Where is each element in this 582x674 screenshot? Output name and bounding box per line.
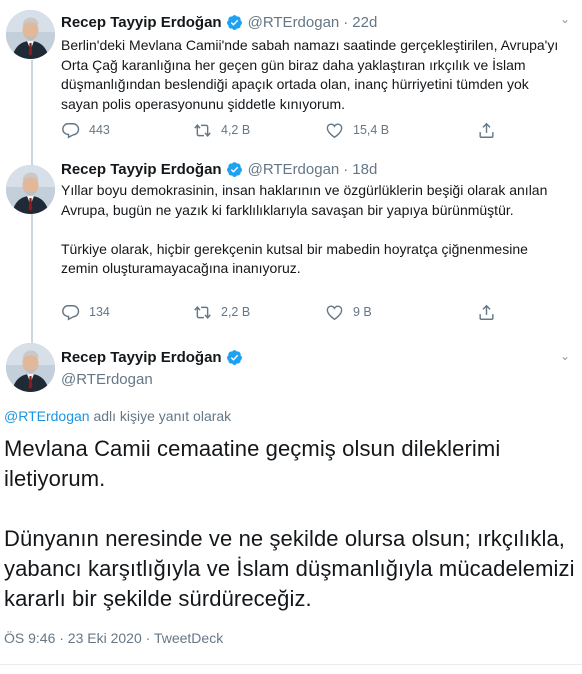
like-count: 9 B (353, 305, 372, 319)
tweet-meta[interactable]: ÖS 9:46 · 23 Eki 2020 · TweetDeck (4, 630, 223, 646)
tweet-header: Recep Tayyip Erdoğan @RTErdogan · 18d (61, 159, 562, 179)
like-icon (325, 303, 344, 322)
thread-connector-line (31, 210, 33, 345)
author-handle[interactable]: @RTErdogan (248, 14, 340, 31)
avatar[interactable] (6, 10, 55, 59)
verified-badge-icon (226, 161, 243, 178)
avatar[interactable] (6, 343, 55, 392)
retweet-button[interactable]: 2,2 B (193, 303, 325, 322)
retweet-icon (193, 303, 212, 322)
tweet-header: Recep Tayyip Erdoğan @RTErdogan (61, 347, 243, 388)
like-icon (325, 121, 344, 140)
reply-count: 134 (89, 305, 110, 319)
reply-button[interactable]: 134 (61, 303, 193, 322)
verified-badge-icon (226, 349, 243, 366)
thread-tweet-2[interactable]: Recep Tayyip Erdoğan @RTErdogan · 18d Yı… (0, 155, 582, 345)
tweet-paragraph: Dünyanın neresinde ve ne şekilde olursa … (4, 526, 575, 611)
share-icon (477, 121, 496, 140)
retweet-count: 2,2 B (221, 305, 251, 319)
caret-down-icon[interactable]: ⌄ (560, 12, 570, 26)
thread-tweet-1[interactable]: Recep Tayyip Erdoğan @RTErdogan · 22d ⌄ … (0, 0, 582, 165)
retweet-button[interactable]: 4,2 B (193, 121, 325, 140)
like-button[interactable]: 15,4 B (325, 121, 457, 140)
reply-count: 443 (89, 123, 110, 137)
author-handle[interactable]: @RTErdogan (248, 161, 340, 178)
tweet-paragraph: Berlin'deki Mevlana Camii'nde sabah nama… (61, 37, 559, 112)
author-name[interactable]: Recep Tayyip Erdoğan (61, 349, 222, 366)
replying-suffix: adlı kişiye yanıt olarak (89, 408, 232, 424)
tweet-paragraph: Mevlana Camii cemaatine geçmiş olsun dil… (4, 436, 501, 491)
author-name[interactable]: Recep Tayyip Erdoğan (61, 161, 222, 178)
retweet-icon (193, 121, 212, 140)
tweet-paragraph: Yıllar boyu demokrasinin, insan hakların… (61, 182, 548, 218)
avatar[interactable] (6, 165, 55, 214)
replying-mention-link[interactable]: @RTErdogan (4, 408, 90, 424)
focused-tweet: Recep Tayyip Erdoğan @RTErdogan ⌄ @RTErd… (0, 335, 582, 674)
replying-to: @RTErdogan adlı kişiye yanıt olarak (4, 408, 231, 424)
tweet-text: Yıllar boyu demokrasinin, insan hakların… (61, 181, 568, 279)
caret-down-icon[interactable]: ⌄ (560, 349, 570, 363)
reply-icon (61, 121, 80, 140)
tweet-paragraph: Türkiye olarak, hiçbir gerekçenin kutsal… (61, 240, 528, 277)
tweet-actions: 134 2,2 B 9 B (61, 302, 531, 322)
reply-icon (61, 303, 80, 322)
share-button[interactable] (477, 303, 505, 322)
tweet-actions: 443 4,2 B 15,4 B (61, 120, 531, 140)
like-button[interactable]: 9 B (325, 303, 457, 322)
tweet-header: Recep Tayyip Erdoğan @RTErdogan · 22d (61, 12, 562, 32)
like-count: 15,4 B (353, 123, 390, 137)
tweet-time[interactable]: 18d (352, 161, 377, 178)
retweet-count: 4,2 B (221, 123, 251, 137)
tweet-time[interactable]: 22d (352, 14, 377, 31)
divider (0, 664, 582, 665)
separator-dot: · (343, 160, 349, 178)
share-icon (477, 303, 496, 322)
author-handle[interactable]: @RTErdogan (61, 371, 243, 388)
thread-connector-line (31, 60, 33, 165)
verified-badge-icon (226, 14, 243, 31)
tweet-text: Berlin'deki Mevlana Camii'nde sabah nama… (61, 36, 568, 114)
author-name[interactable]: Recep Tayyip Erdoğan (61, 14, 222, 31)
tweet-text: Mevlana Camii cemaatine geçmiş olsun dil… (4, 434, 576, 614)
reply-button[interactable]: 443 (61, 121, 193, 140)
share-button[interactable] (477, 121, 505, 140)
separator-dot: · (343, 13, 349, 31)
